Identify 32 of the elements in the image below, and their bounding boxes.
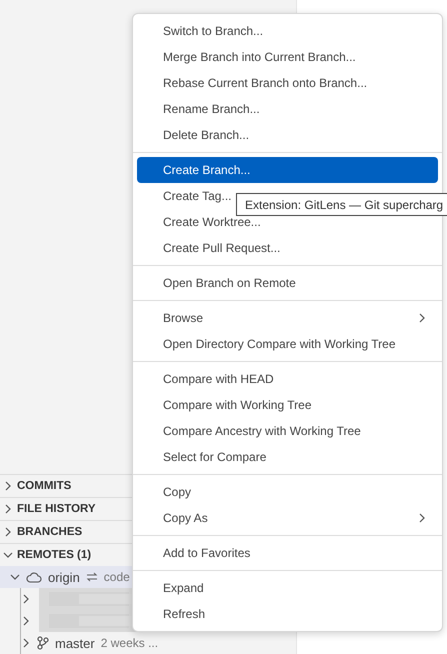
menu-item[interactable]: Compare Ancestry with Working Tree <box>137 418 438 444</box>
branch-icon <box>37 636 49 650</box>
branch-name: master <box>55 636 95 650</box>
menu-item[interactable]: Compare with HEAD <box>137 366 438 392</box>
menu-item[interactable]: Rebase Current Branch onto Branch... <box>137 70 438 96</box>
section-title: COMMITS <box>17 480 72 492</box>
section-title: REMOTES (1) <box>17 549 92 561</box>
menu-item[interactable]: Switch to Branch... <box>137 18 438 44</box>
menu-item[interactable]: Copy <box>137 479 438 505</box>
menu-item[interactable]: Create Branch... <box>137 157 438 183</box>
menu-item[interactable]: Delete Branch... <box>137 122 438 148</box>
menu-item[interactable]: Refresh <box>137 601 438 627</box>
menu-item[interactable]: Create Pull Request... <box>137 235 438 261</box>
menu-item[interactable]: Copy As <box>137 505 438 531</box>
menu-item[interactable]: Rename Branch... <box>137 96 438 122</box>
section-title: FILE HISTORY <box>17 503 96 515</box>
chevron-icon <box>10 572 20 582</box>
menu-item[interactable]: Open Directory Compare with Working Tree <box>137 331 438 357</box>
branch-date: 2 weeks ... <box>100 636 158 650</box>
tooltip: Extension: GitLens — Git supercharg <box>236 193 447 216</box>
remote-url: code <box>104 570 130 584</box>
menu-item[interactable]: Add to Favorites <box>137 540 438 566</box>
menu-item[interactable]: Expand <box>137 575 438 601</box>
remote-name: origin <box>48 570 80 584</box>
menu-item[interactable]: Select for Compare <box>137 444 438 470</box>
menu-item[interactable]: Open Branch on Remote <box>137 270 438 296</box>
cloud-icon <box>26 571 42 583</box>
menu-item[interactable]: Merge Branch into Current Branch... <box>137 44 438 70</box>
menu-item[interactable]: Browse <box>137 305 438 331</box>
menu-item[interactable]: Compare with Working Tree <box>137 392 438 418</box>
section-title: BRANCHES <box>17 526 82 538</box>
sync-icon <box>86 572 98 582</box>
